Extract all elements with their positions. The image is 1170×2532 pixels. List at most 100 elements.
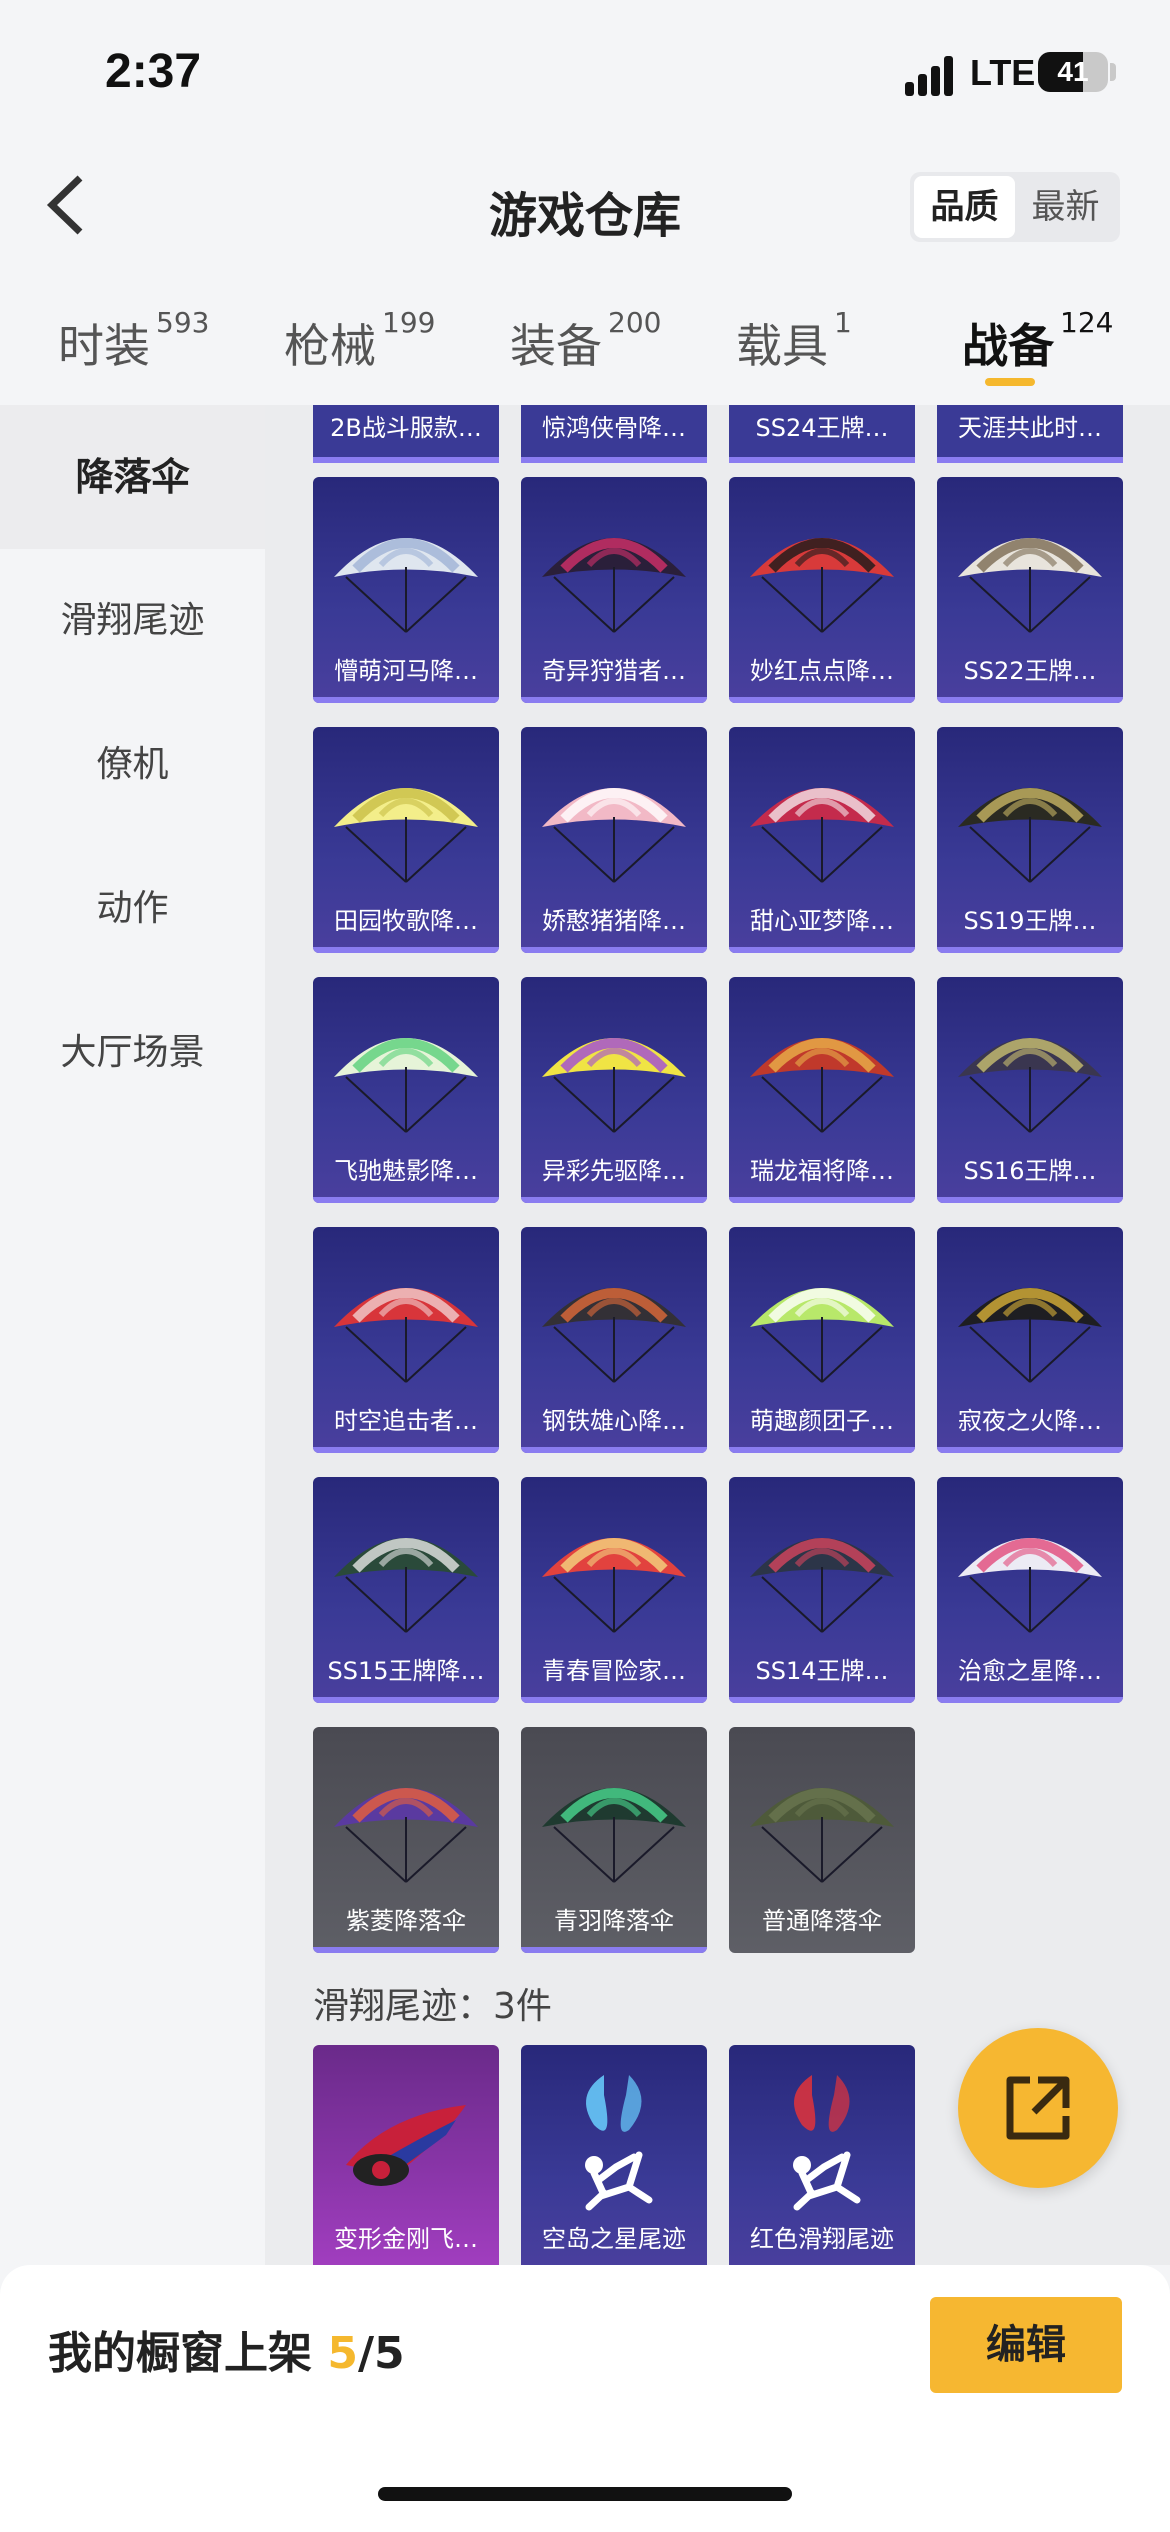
parachute-card[interactable]: 奇异狩猎者… [521,477,707,703]
item-name: 飞驰魅影降… [334,1157,478,1185]
skydiver-red-icon [793,2075,861,2211]
sidebar-item-glide-trail[interactable]: 滑翔尾迹 [0,549,265,693]
trail-card[interactable]: 变形金刚飞… [313,2045,499,2265]
quality-bar [729,457,915,463]
quality-bar [313,1697,499,1703]
quality-bar [521,1697,707,1703]
parachute-card[interactable]: SS14王牌… [729,1477,915,1703]
parachute-white-icon [334,538,478,633]
parachute-ss16-icon [958,1038,1102,1133]
parachute-card[interactable]: 治愈之星降… [937,1477,1123,1703]
sidebar-item-wingman[interactable]: 僚机 [0,693,265,837]
network-type: LTE [970,52,1036,93]
sidebar-item-parachute[interactable]: 降落伞 [0,405,265,549]
quality-bar [937,1197,1123,1203]
home-indicator [378,2487,792,2501]
sort-newest-button[interactable]: 最新 [1015,176,1116,238]
sidebar: 降落伞 滑翔尾迹 僚机 动作 大厅场景 [0,405,265,2265]
parachute-card[interactable]: 飞驰魅影降… [313,977,499,1203]
item-name: 懵萌河马降… [334,657,478,685]
parachute-card[interactable]: 瑞龙福将降… [729,977,915,1203]
parachute-card[interactable]: 惊鸿侠骨降… [521,405,707,463]
battery-tip [1110,63,1116,81]
item-name: SS24王牌… [755,414,889,442]
trail-card[interactable]: 空岛之星尾迹 [521,2045,707,2265]
item-name: 妙红点点降… [750,657,894,685]
share-button[interactable] [958,2028,1118,2188]
tab-battle-gear[interactable]: 战备 124 [962,306,1113,376]
quality-bar [729,947,915,953]
parachute-card[interactable]: 天涯共此时… [937,405,1123,463]
parachute-card[interactable]: SS16王牌… [937,977,1123,1203]
quality-bar [729,1447,915,1453]
item-name: 田园牧歌降… [334,907,478,935]
tab-equipment[interactable]: 装备 200 [510,306,661,376]
item-name: 时空追击者… [334,1407,478,1435]
parachute-card[interactable]: 妙红点点降… [729,477,915,703]
parachute-steel-icon [542,1288,686,1383]
parachute-card[interactable]: 2B战斗服款… [313,405,499,463]
sort-quality-button[interactable]: 品质 [914,176,1015,238]
item-name: 奇异狩猎者… [542,657,686,685]
quality-bar [521,697,707,703]
parachute-card[interactable]: 田园牧歌降… [313,727,499,953]
parachute-nightfire-icon [958,1288,1102,1383]
parachute-card[interactable]: 懵萌河马降… [313,477,499,703]
active-tab-indicator [985,378,1035,386]
quality-bar [937,457,1123,463]
parachute-yellow-icon [334,788,478,883]
parachute-card[interactable]: 萌趣颜团子… [729,1227,915,1453]
parachute-card[interactable]: SS19王牌… [937,727,1123,953]
section-label: 滑翔尾迹：3件 [313,1986,552,2027]
quality-bar [937,697,1123,703]
share-icon [1006,2076,1070,2140]
parachute-card[interactable]: 钢铁雄心降… [521,1227,707,1453]
item-name: 甜心亚梦降… [750,907,894,935]
parachute-card[interactable]: SS22王牌… [937,477,1123,703]
parachute-card[interactable]: 青羽降落伞 [521,1727,707,1953]
parachute-rainbow-icon [334,1038,478,1133]
battery-icon: 41 [1038,52,1108,92]
item-name: SS15王牌降… [327,1657,485,1685]
parachute-green-icon [750,1288,894,1383]
quality-bar [313,947,499,953]
item-name: SS16王牌… [963,1157,1097,1185]
parachute-ladybug-icon [750,538,894,633]
sidebar-item-lobby-scene[interactable]: 大厅场景 [0,981,265,1125]
parachute-card[interactable]: 普通降落伞 [729,1727,915,1953]
signal-icon [905,56,961,96]
item-name: 瑞龙福将降… [750,1157,894,1185]
quality-bar [313,457,499,463]
parachute-card[interactable]: 青春冒险家… [521,1477,707,1703]
item-name: 寂夜之火降… [958,1407,1102,1435]
sidebar-item-emote[interactable]: 动作 [0,837,265,981]
quality-bar [521,457,707,463]
edit-button[interactable]: 编辑 [930,2297,1122,2393]
tab-vehicles[interactable]: 载具 1 [736,306,852,376]
jet-icon [346,2105,466,2186]
parachute-card[interactable]: 寂夜之火降… [937,1227,1123,1453]
item-name: 红色滑翔尾迹 [750,2225,894,2253]
parachute-feather-icon [542,1788,686,1883]
quality-bar [313,697,499,703]
parachute-card[interactable]: 时空追击者… [313,1227,499,1453]
item-name: 变形金刚飞… [334,2225,478,2253]
quality-bar [521,1947,707,1953]
skydiver-rainbow-icon [585,2075,653,2211]
parachute-card[interactable]: 异彩先驱降… [521,977,707,1203]
quality-bar [729,1697,915,1703]
showcase-footer: 我的橱窗上架 5/5 编辑 [0,2265,1170,2532]
parachute-card[interactable]: 娇憨猪猪降… [521,727,707,953]
quality-bar [729,1197,915,1203]
status-time: 2:37 [105,45,202,98]
parachute-card[interactable]: SS15王牌降… [313,1477,499,1703]
trail-card[interactable]: 红色滑翔尾迹 [729,2045,915,2265]
parachute-card[interactable]: 甜心亚梦降… [729,727,915,953]
parachute-plain-icon [750,1788,894,1883]
parachute-card[interactable]: SS24王牌… [729,405,915,463]
tab-guns[interactable]: 枪械 199 [284,306,435,376]
item-name: 紫菱降落伞 [346,1907,466,1935]
parachute-card[interactable]: 紫菱降落伞 [313,1727,499,1953]
sort-toggle[interactable]: 品质 最新 [910,172,1120,242]
tab-fashion[interactable]: 时装 593 [58,306,209,376]
